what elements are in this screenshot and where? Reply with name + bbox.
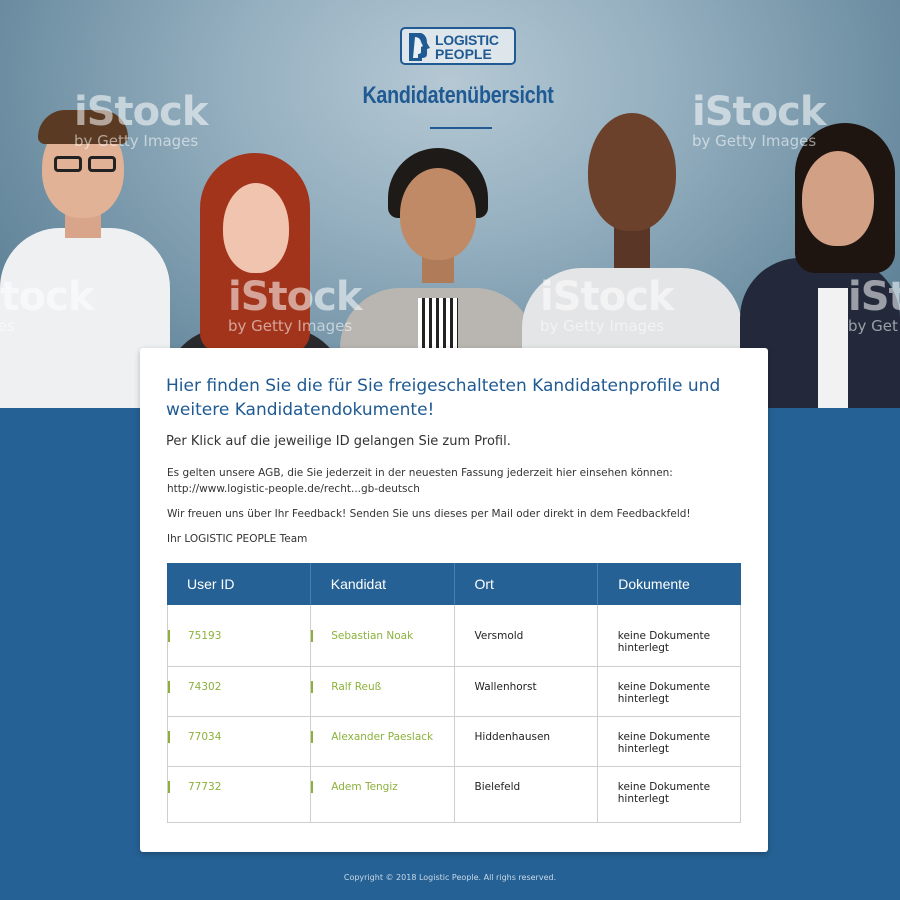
location-cell: Wallenhorst <box>455 667 598 716</box>
table-row: 74302 Ralf Reuß Wallenhorst keine Dokume… <box>168 666 740 716</box>
documents-cell: keine Dokumente hinterlegt <box>617 731 711 755</box>
face-profile-icon <box>409 33 430 61</box>
watermark: iStock by Getty Images <box>540 274 674 335</box>
watermark: iStock by Getty Images <box>228 274 362 335</box>
agb-notice: Es gelten unsere AGB, die Sie jederzeit … <box>167 465 727 497</box>
watermark: iSt by Get <box>848 274 900 335</box>
watermark: iStockImages <box>0 274 94 335</box>
agb-link[interactable]: http://www.logistic-people.de/recht...gb… <box>167 481 727 497</box>
documents-cell: keine Dokumente hinterlegt <box>617 681 711 705</box>
user-id-link[interactable]: 77034 <box>168 717 312 766</box>
documents-cell: keine Dokumente hinterlegt <box>617 781 711 805</box>
candidate-name-link[interactable]: Ralf Reuß <box>311 667 455 716</box>
table-row: 77732 Adem Tengiz Bielefeld keine Dokume… <box>168 766 740 822</box>
table-header: User ID Kandidat Ort Dokumente <box>167 563 741 605</box>
candidate-card: Hier finden Sie die für Sie freigeschalt… <box>140 348 768 852</box>
feedback-text: Wir freuen uns über Ihr Feedback! Senden… <box>167 508 691 520</box>
card-headline: Hier finden Sie die für Sie freigeschalt… <box>166 376 721 420</box>
location-cell: Versmold <box>455 605 598 666</box>
watermark: iStock by Getty Images <box>692 89 826 150</box>
documents-cell: keine Dokumente hinterlegt <box>617 630 711 654</box>
intro-text: Per Klick auf die jeweilige ID gelangen … <box>166 434 511 449</box>
column-header-dokumente[interactable]: Dokumente <box>598 563 741 605</box>
candidate-name-link[interactable]: Alexander Paeslack <box>311 717 455 766</box>
location-cell: Hiddenhausen <box>455 717 598 766</box>
table-row: 77034 Alexander Paeslack Hiddenhausen ke… <box>168 716 740 766</box>
signature-text: Ihr LOGISTIC PEOPLE Team <box>167 533 308 545</box>
candidate-table-body: 75193 Sebastian Noak Versmold keine Doku… <box>167 605 741 823</box>
column-header-kandidat[interactable]: Kandidat <box>311 563 455 605</box>
location-cell: Bielefeld <box>455 767 598 822</box>
agb-line: Es gelten unsere AGB, die Sie jederzeit … <box>167 467 673 479</box>
watermark: iStock by Getty Images <box>74 89 208 150</box>
column-header-ort[interactable]: Ort <box>455 563 599 605</box>
logo-text-line2: PEOPLE <box>435 46 492 62</box>
user-id-link[interactable]: 77732 <box>168 767 312 822</box>
candidate-name-link[interactable]: Sebastian Noak <box>311 605 455 666</box>
column-header-user-id[interactable]: User ID <box>167 563 311 605</box>
page-title: Kandidatenübersicht <box>362 82 554 109</box>
table-row: 75193 Sebastian Noak Versmold keine Doku… <box>168 605 740 666</box>
title-divider <box>430 127 492 129</box>
hero-banner: iStock by Getty Images iStock by Getty Ima… <box>0 0 900 408</box>
user-id-link[interactable]: 74302 <box>168 667 312 716</box>
footer-copyright: Copyright © 2018 Logistic People. All ri… <box>343 873 557 882</box>
logistic-people-logo[interactable]: LOGISTIC PEOPLE <box>400 27 516 65</box>
candidate-name-link[interactable]: Adem Tengiz <box>311 767 455 822</box>
user-id-link[interactable]: 75193 <box>168 605 312 666</box>
